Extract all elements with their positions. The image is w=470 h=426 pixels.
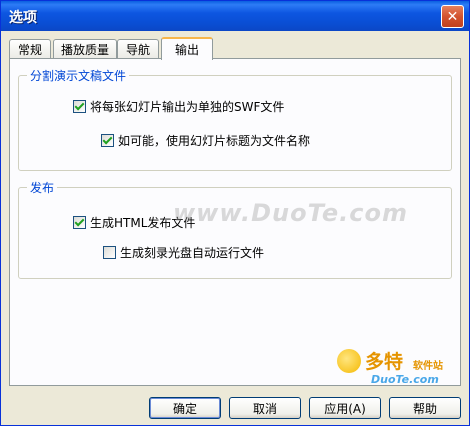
duote-logo: 多特 软件站 DuoTe.com — [337, 347, 467, 403]
split-swf-option[interactable]: 将每张幻灯片输出为单独的SWF文件 — [73, 98, 284, 115]
autorun-cd-checkbox[interactable] — [103, 246, 116, 259]
group-publish-title: 发布 — [27, 179, 58, 196]
cancel-button[interactable]: 取消 — [229, 397, 301, 419]
title-bar[interactable]: 选项 ✕ — [1, 1, 469, 31]
tab-navigation[interactable]: 导航 — [117, 39, 159, 58]
logo-mascot-icon — [337, 349, 361, 373]
ok-button-label: 确定 — [172, 401, 197, 416]
use-slide-title-option[interactable]: 如可能，使用幻灯片标题为文件名称 — [101, 132, 310, 149]
autorun-cd-label: 生成刻录光盘自动运行文件 — [120, 246, 265, 260]
tab-output[interactable]: 输出 — [161, 37, 213, 60]
close-icon: ✕ — [446, 8, 459, 25]
tab-general[interactable]: 常规 — [9, 39, 51, 58]
autorun-cd-option[interactable]: 生成刻录光盘自动运行文件 — [103, 244, 264, 261]
logo-main-text: 多特 — [365, 351, 404, 373]
use-slide-title-checkbox[interactable] — [101, 134, 114, 147]
ok-button[interactable]: 确定 — [149, 397, 221, 419]
logo-sub-text: 软件站 — [413, 361, 443, 372]
tab-general-label: 常规 — [17, 42, 42, 57]
window-title: 选项 — [9, 10, 37, 26]
cancel-button-label: 取消 — [252, 401, 277, 416]
watermark-text: www.DuoTe.com — [173, 199, 408, 227]
split-swf-label: 将每张幻灯片输出为单独的SWF文件 — [90, 100, 285, 114]
group-split-title: 分割演示文稿文件 — [27, 67, 130, 84]
logo-url-text: DuoTe.com — [371, 373, 439, 386]
options-dialog: 选项 ✕ 常规 播放质量 导航 输出 分割演示文稿文件 将每张幻灯片输出为单独的… — [0, 0, 470, 426]
group-split-presentation: 分割演示文稿文件 将每张幻灯片输出为单独的SWF文件 如可能，使用幻灯片标题为文… — [18, 67, 452, 171]
generate-html-checkbox[interactable] — [73, 216, 86, 229]
tab-playback-quality[interactable]: 播放质量 — [53, 39, 117, 58]
tab-strip: 常规 播放质量 导航 输出 — [9, 37, 459, 60]
tab-output-label: 输出 — [174, 43, 199, 57]
close-button[interactable]: ✕ — [441, 5, 464, 28]
tab-navigation-label: 导航 — [125, 42, 150, 57]
use-slide-title-label: 如可能，使用幻灯片标题为文件名称 — [118, 134, 311, 148]
tab-playback-quality-label: 播放质量 — [60, 42, 109, 57]
split-swf-checkbox[interactable] — [73, 100, 86, 113]
